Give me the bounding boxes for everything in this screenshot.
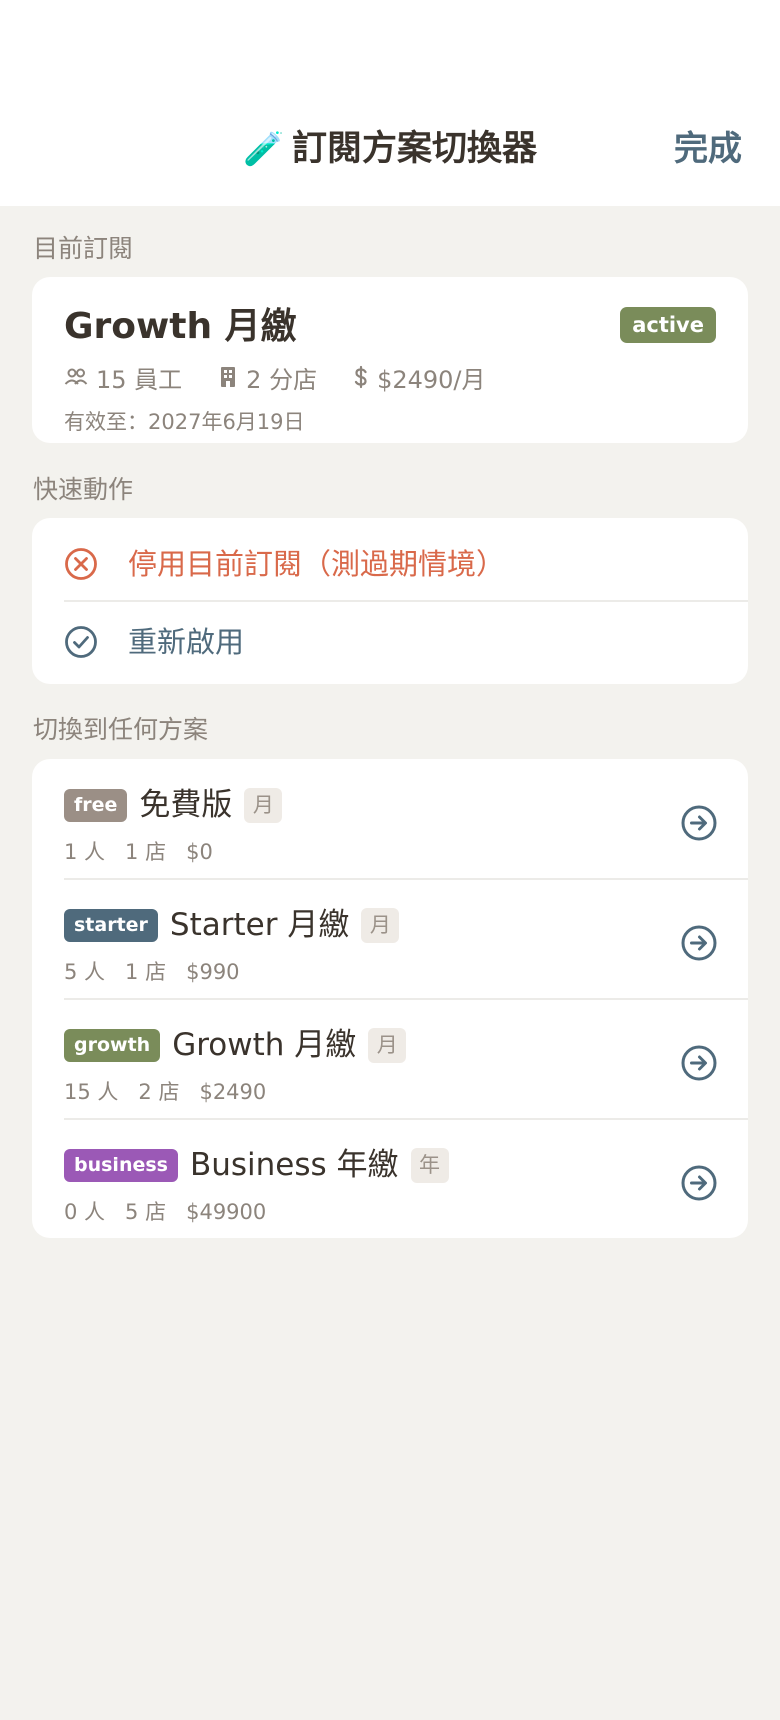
arrow-right-circle-icon[interactable] — [680, 804, 718, 842]
branches-meta: 2 分店 — [218, 360, 317, 395]
plan-stats: 15 人 2 店 $2490 — [64, 1077, 286, 1107]
nav-bar: 🧪 訂閱方案切換器 完成 — [0, 0, 780, 206]
plan-price: $990 — [186, 960, 240, 984]
plan-people: 1 人 — [64, 840, 106, 864]
plan-period-badge: 月 — [368, 1027, 407, 1063]
plan-name: Business 年繳 — [189, 1147, 399, 1183]
arrow-right-circle-icon[interactable] — [680, 1044, 718, 1082]
plan-row-growth[interactable]: growth Growth 月繳 月 15 人 2 店 $2490 — [32, 999, 748, 1131]
valid-until: 有效至：2027年6月19日 — [64, 410, 305, 434]
plan-price: $49900 — [186, 1200, 267, 1224]
status-badge: active — [620, 307, 716, 343]
price-meta: $2490/月 — [353, 360, 486, 395]
done-button[interactable]: 完成 — [674, 126, 742, 172]
plan-stores: 1 店 — [125, 960, 167, 984]
plan-name: Growth 月繳 — [172, 1027, 357, 1063]
check-circle-icon — [65, 626, 97, 658]
plan-key-badge: free — [64, 788, 128, 822]
current-plan-meta: 15 員工 2 分店 $2490/月 — [64, 359, 522, 395]
branches-count: 2 分店 — [246, 365, 318, 394]
plan-key-badge: growth — [64, 1028, 161, 1062]
test-tube-icon: 🧪 — [242, 129, 285, 168]
quick-actions-section-label: 快速動作 — [33, 475, 134, 504]
plan-stores: 2 店 — [138, 1080, 180, 1104]
plan-row-free[interactable]: free 免費版 月 1 人 1 店 $0 — [32, 759, 748, 891]
page-title-text: 訂閱方案切換器 — [292, 129, 538, 169]
employees-count: 15 員工 — [96, 365, 183, 394]
plan-key-badge: starter — [64, 908, 158, 942]
price-value: $2490/月 — [377, 365, 486, 394]
plan-header: free 免費版 月 — [64, 785, 283, 825]
plan-stats: 0 人 5 店 $49900 — [64, 1197, 286, 1227]
current-section-label: 目前訂閱 — [33, 234, 134, 263]
plan-name: 免費版 — [139, 787, 233, 823]
plan-header: growth Growth 月繳 月 — [64, 1025, 407, 1065]
plan-period-badge: 月 — [361, 907, 400, 943]
plan-period-badge: 年 — [410, 1147, 449, 1183]
arrow-right-circle-icon[interactable] — [680, 924, 718, 962]
plan-header: starter Starter 月繳 月 — [64, 905, 400, 945]
plan-people: 15 人 — [64, 1080, 119, 1104]
page-title: 🧪 訂閱方案切換器 — [0, 126, 780, 172]
plans-card: free 免費版 月 1 人 1 店 $0 starter Starter 月繳 月… — [32, 759, 748, 1238]
plan-name: Starter 月繳 — [169, 907, 350, 943]
plan-people: 5 人 — [64, 960, 106, 984]
plan-stores: 1 店 — [125, 840, 167, 864]
plan-row-starter[interactable]: starter Starter 月繳 月 5 人 1 店 $990 — [32, 879, 748, 1011]
current-plan-name: Growth 月繳 — [64, 306, 297, 347]
plan-header: business Business 年繳 年 — [64, 1145, 449, 1185]
x-circle-icon — [65, 547, 97, 580]
employees-meta: 15 員工 — [64, 360, 182, 395]
current-subscription-card: Growth 月繳 active 15 員工 2 分店 $2490/月 有效至：… — [32, 277, 748, 443]
deactivate-subscription-button[interactable]: 停用目前訂閱（測過期情境） — [32, 518, 748, 609]
plan-price: $0 — [186, 840, 213, 864]
reactivate-button[interactable]: 重新啟用 — [32, 600, 748, 684]
dollar-icon — [354, 365, 367, 389]
plan-period-badge: 月 — [244, 787, 283, 823]
plan-stores: 5 店 — [125, 1200, 167, 1224]
plan-price: $2490 — [199, 1080, 267, 1104]
reactivate-label: 重新啟用 — [128, 625, 245, 659]
deactivate-label: 停用目前訂閱（測過期情境） — [128, 546, 506, 581]
plan-stats: 1 人 1 店 $0 — [64, 837, 233, 867]
arrow-right-circle-icon[interactable] — [680, 1164, 718, 1202]
building-icon — [221, 367, 236, 387]
plan-row-business[interactable]: business Business 年繳 年 0 人 5 店 $49900 — [32, 1119, 748, 1238]
plans-section-label: 切換到任何方案 — [33, 715, 209, 744]
people-icon — [64, 368, 88, 385]
plan-stats: 5 人 1 店 $990 — [64, 957, 260, 987]
quick-actions-card: 停用目前訂閱（測過期情境） 重新啟用 — [32, 518, 748, 684]
plan-key-badge: business — [64, 1148, 178, 1182]
plan-people: 0 人 — [64, 1200, 106, 1224]
